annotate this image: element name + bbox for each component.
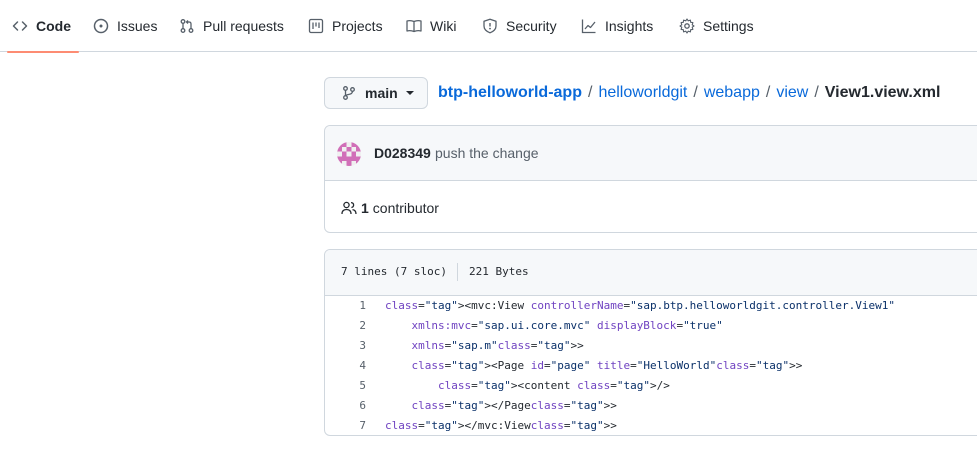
code-line: 7 class="tag"></mvc:Viewclass="tag">> bbox=[325, 416, 977, 435]
file-lines-info: 7 lines (7 sloc) bbox=[341, 265, 447, 278]
line-number[interactable]: 4 bbox=[325, 356, 366, 376]
line-content: class="tag"></mvc:Viewclass="tag">> bbox=[385, 419, 617, 432]
line-content: xmlns:mvc="sap.ui.core.mvc" displayBlock… bbox=[411, 319, 723, 332]
tab-wiki[interactable]: Wiki bbox=[406, 0, 456, 52]
code-line: 6 class="tag"></Pageclass="tag">> bbox=[325, 396, 977, 416]
tab-pull-requests-label: Pull requests bbox=[203, 18, 284, 34]
graph-icon bbox=[581, 18, 597, 34]
git-branch-icon bbox=[341, 85, 357, 101]
identicon-avatar[interactable] bbox=[337, 142, 361, 166]
tab-issues[interactable]: Issues bbox=[93, 0, 157, 52]
commit-row: D028349 push the change bbox=[325, 126, 977, 181]
commit-author-link[interactable]: D028349 bbox=[374, 145, 431, 161]
line-number[interactable]: 1 bbox=[325, 296, 366, 316]
line-number[interactable]: 5 bbox=[325, 376, 366, 396]
breadcrumb-separator: / bbox=[693, 84, 698, 101]
file-info-header: 7 lines (7 sloc) 221 Bytes bbox=[325, 250, 977, 296]
breadcrumb-link-view[interactable]: view bbox=[776, 84, 808, 102]
tab-projects-label: Projects bbox=[332, 18, 383, 34]
breadcrumb-link-webapp[interactable]: webapp bbox=[704, 84, 760, 102]
line-number[interactable]: 3 bbox=[325, 336, 366, 356]
code-line: 1 class="tag"><mvc:View controllerName="s… bbox=[325, 296, 977, 316]
line-content: class="tag"><content class="tag">/> bbox=[437, 379, 670, 392]
tab-issues-label: Issues bbox=[117, 18, 158, 34]
breadcrumb-separator: / bbox=[814, 84, 819, 101]
tab-pull-requests[interactable]: Pull requests bbox=[179, 0, 284, 52]
breadcrumb-current-file: View1.view.xml bbox=[824, 84, 941, 101]
file-viewer: 7 lines (7 sloc) 221 Bytes 1 class="tag">… bbox=[324, 249, 977, 436]
contributors-link[interactable]: 1 contributor bbox=[341, 200, 439, 216]
repo-nav: Code Issues Pull requests Projects Wiki … bbox=[0, 0, 977, 53]
branch-selector-button[interactable]: main bbox=[324, 77, 428, 109]
breadcrumb-link-helloworldgit[interactable]: helloworldgit bbox=[598, 84, 687, 102]
breadcrumb-separator: / bbox=[765, 84, 771, 101]
code-line: 4 class="tag"><Page id="page" title="Hel… bbox=[325, 356, 977, 376]
breadcrumb-repo-link[interactable]: btp-helloworld-app bbox=[438, 84, 582, 102]
line-content: class="tag"><Page id="page" title="Hello… bbox=[411, 359, 803, 372]
code-listing: 1 class="tag"><mvc:View controllerName="s… bbox=[325, 296, 977, 435]
tab-insights[interactable]: Insights bbox=[581, 0, 653, 52]
code-line: 3 xmlns="sap.m"class="tag">> bbox=[325, 336, 977, 356]
book-icon bbox=[406, 18, 422, 34]
breadcrumb-separator: / bbox=[587, 84, 593, 101]
tab-settings-label: Settings bbox=[703, 18, 754, 34]
contributor-label: contributor bbox=[372, 200, 439, 216]
project-icon bbox=[308, 18, 324, 34]
code-icon bbox=[12, 18, 28, 34]
line-number[interactable]: 2 bbox=[325, 316, 366, 336]
tab-security[interactable]: Security bbox=[482, 0, 557, 52]
git-pull-request-icon bbox=[179, 18, 195, 34]
code-line: 2 xmlns:mvc="sap.ui.core.mvc" displayBlo… bbox=[325, 316, 977, 336]
branch-name: main bbox=[365, 85, 398, 101]
breadcrumb: btp-helloworld-app / helloworldgit / web… bbox=[438, 82, 940, 104]
tab-wiki-label: Wiki bbox=[430, 18, 457, 34]
line-number[interactable]: 6 bbox=[325, 396, 366, 416]
line-content: class="tag"><mvc:View controllerName="sa… bbox=[385, 299, 895, 312]
line-number[interactable]: 7 bbox=[325, 416, 366, 435]
code-line: 5 class="tag"><content class="tag">/> bbox=[325, 376, 977, 396]
file-info-divider bbox=[457, 263, 458, 281]
tab-security-label: Security bbox=[506, 18, 557, 34]
file-size: 221 Bytes bbox=[469, 265, 529, 278]
tab-insights-label: Insights bbox=[605, 18, 654, 34]
commit-message-link[interactable]: push the change bbox=[435, 145, 539, 161]
contributor-count: 1 bbox=[361, 200, 369, 216]
issue-opened-icon bbox=[93, 18, 109, 34]
shield-icon bbox=[482, 18, 498, 34]
tab-code[interactable]: Code bbox=[7, 0, 79, 53]
tab-settings[interactable]: Settings bbox=[679, 0, 754, 52]
chevron-down-icon bbox=[405, 91, 414, 95]
latest-commit-box: D028349 push the change 1 contributor bbox=[324, 125, 977, 233]
tab-projects[interactable]: Projects bbox=[308, 0, 383, 52]
tab-code-label: Code bbox=[36, 18, 71, 34]
line-content: class="tag"></Pageclass="tag">> bbox=[411, 399, 617, 412]
people-icon bbox=[341, 200, 357, 216]
gear-icon bbox=[679, 18, 695, 34]
line-content: xmlns="sap.m"class="tag">> bbox=[411, 339, 584, 352]
